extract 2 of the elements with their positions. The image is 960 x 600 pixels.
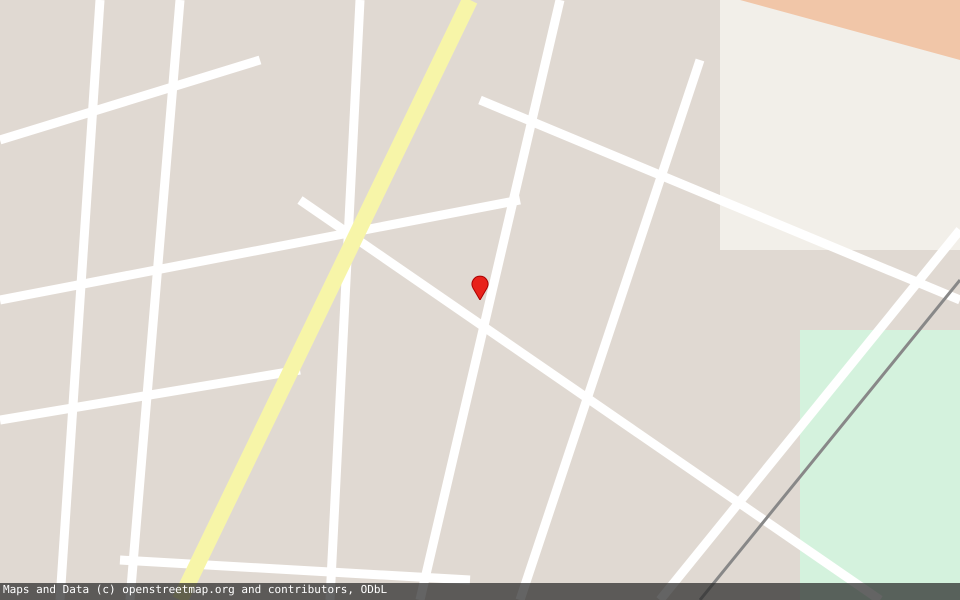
- attribution-text: Maps and Data (c) openstreetmap.org and contributors, ODbL: [0, 583, 960, 600]
- map-pin-icon: [471, 274, 489, 300]
